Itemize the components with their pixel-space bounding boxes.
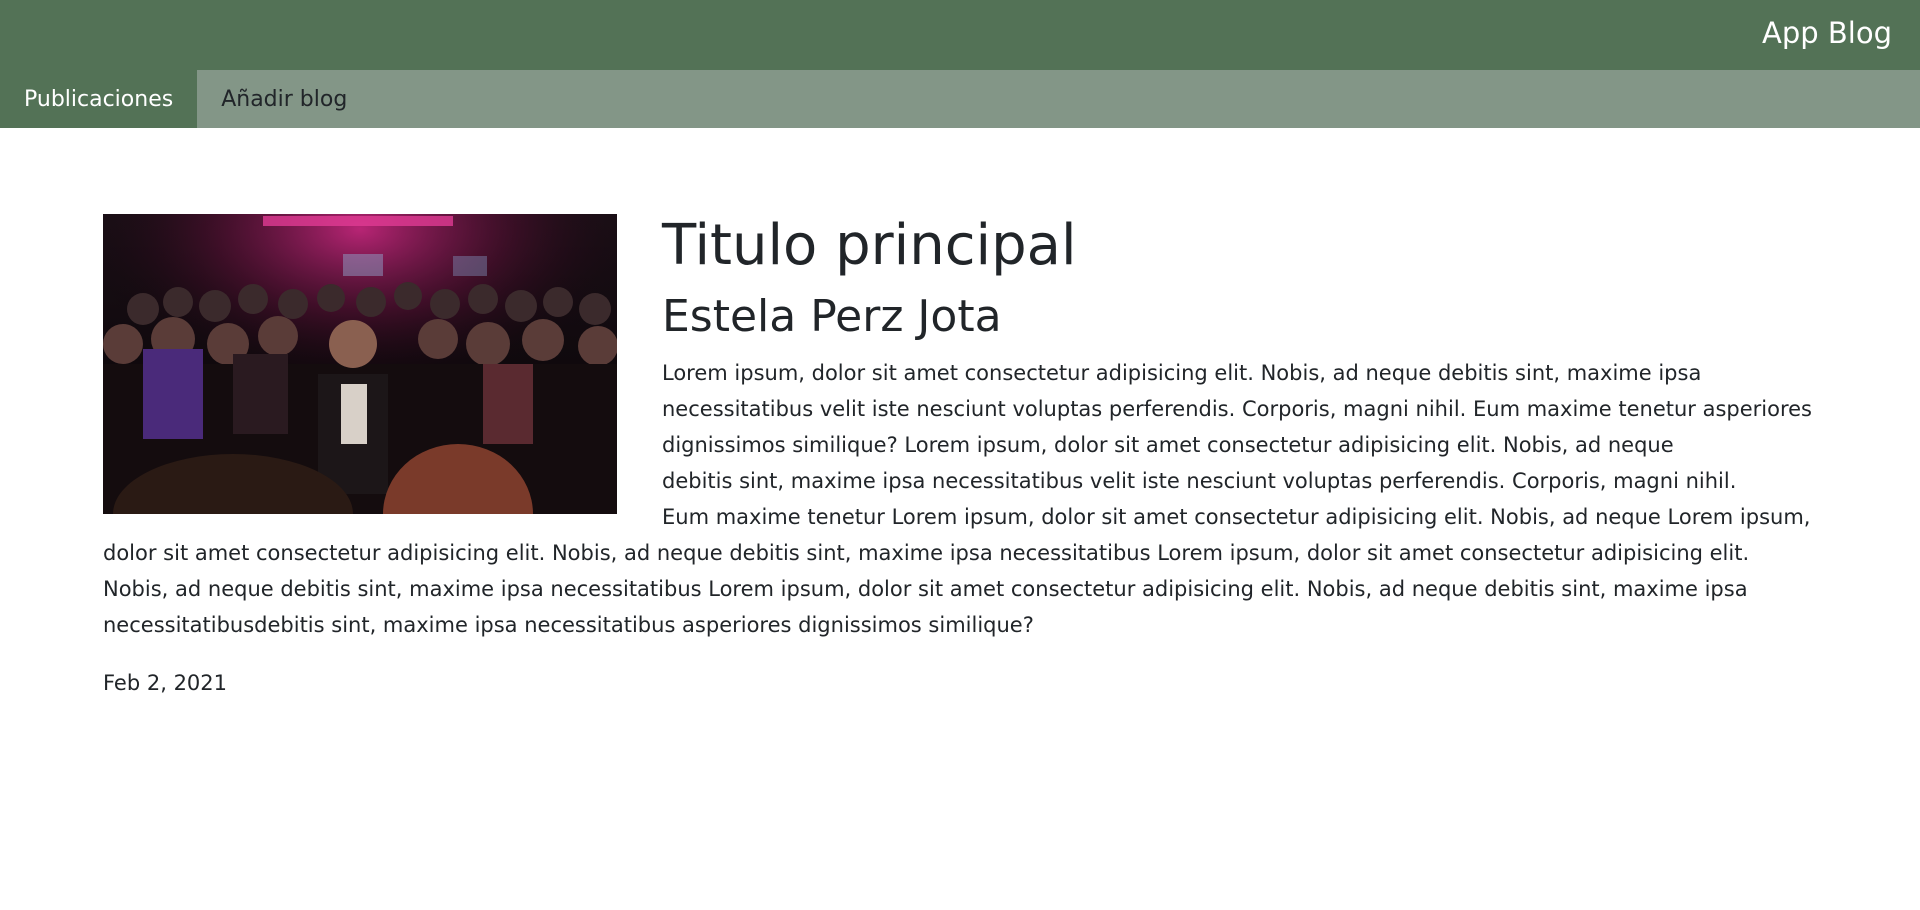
main-content: Titulo principal Estela Perz Jota Lorem … xyxy=(0,128,1920,695)
post-date: Feb 2, 2021 xyxy=(103,670,228,695)
main-nav: Publicaciones Añadir blog xyxy=(0,70,1920,128)
tab-publicaciones[interactable]: Publicaciones xyxy=(0,70,198,128)
post-image xyxy=(103,214,617,514)
blog-post: Titulo principal Estela Perz Jota Lorem … xyxy=(103,213,1817,643)
tab-anadir-blog[interactable]: Añadir blog xyxy=(197,70,371,128)
app-brand[interactable]: App Blog xyxy=(1762,16,1892,50)
app-header: App Blog xyxy=(0,0,1920,70)
